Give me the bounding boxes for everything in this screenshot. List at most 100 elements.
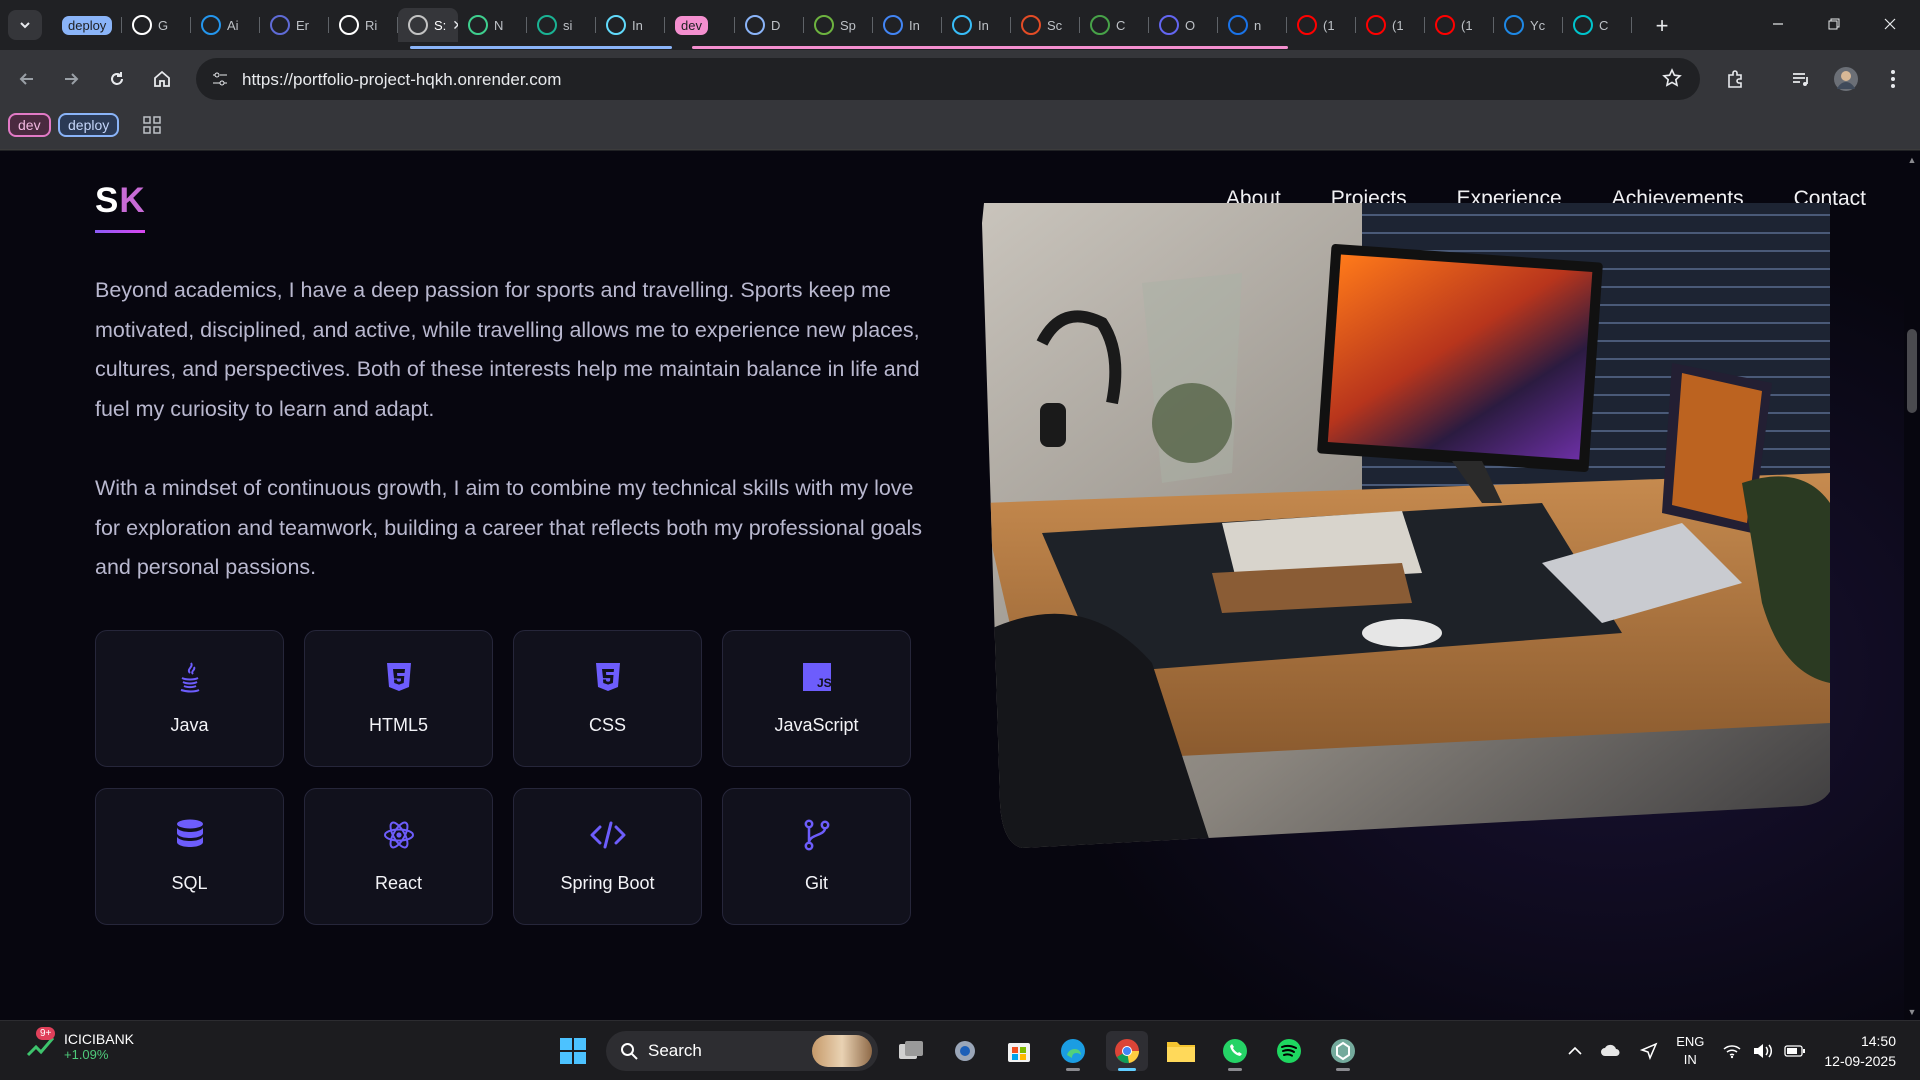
skill-card-css: CSS [513,630,702,767]
chatgpt-app[interactable] [1322,1031,1364,1071]
js-icon: JS [799,659,835,695]
tab-title: (1 [1461,17,1473,33]
clock-date: 12-09-2025 [1824,1053,1896,1069]
arrow-right-icon [65,73,79,85]
bookmarks-bar: dev deploy [0,108,1920,150]
tab-search-button[interactable] [8,10,42,40]
m-icon [883,15,903,35]
page-scrollbar[interactable]: ▲ ▼ [1904,151,1920,1020]
wifi-icon [1723,1045,1741,1059]
spotify-app[interactable] [1268,1031,1310,1071]
database-icon [172,817,208,853]
network-volume-battery[interactable] [1713,1043,1815,1059]
tab-title: Yc [1530,17,1546,33]
clock[interactable]: 14:50 12-09-2025 [1815,1031,1920,1071]
tab-title: si [563,17,573,33]
reload-button[interactable] [102,64,132,94]
apps-button[interactable] [140,113,164,137]
browser-tab[interactable]: (1 [1425,8,1494,42]
home-icon [154,70,170,87]
avatar [1834,67,1858,91]
bookmark-group-deploy[interactable]: deploy [58,113,120,137]
scroll-up-arrow-icon[interactable]: ▲ [1907,155,1917,165]
location-button[interactable] [1631,1042,1667,1060]
browser-tab[interactable]: Yc [1494,8,1563,42]
profile-button[interactable] [1831,64,1861,94]
settings-app[interactable] [944,1031,986,1071]
leaf-icon [1090,15,1110,35]
taskbar-search[interactable]: Search [606,1031,878,1071]
restore-button[interactable] [1812,8,1856,40]
about-paragraph-1: Beyond academics, I have a deep passion … [95,278,920,421]
star-icon [1662,68,1682,87]
media-button[interactable] [1786,64,1816,94]
tab-title: (1 [1323,17,1335,33]
back-button[interactable] [12,64,42,94]
bookmark-group-dev[interactable]: dev [8,113,51,137]
home-button[interactable] [147,64,177,94]
browser-tab[interactable]: Er [260,8,329,42]
youtube-icon [1297,15,1317,35]
start-button[interactable] [552,1031,594,1071]
tab-title: C [1599,17,1609,33]
minimize-button[interactable] [1756,8,1800,40]
scroll-thumb[interactable] [1907,329,1917,413]
browser-tab[interactable]: si [527,8,596,42]
tab-title: Sc [1047,17,1063,33]
browser-tab[interactable]: Sc [1011,8,1080,42]
browser-tab[interactable]: n [1218,8,1287,42]
browser-tab[interactable]: C [1563,8,1632,42]
tab-group-deploy[interactable]: deploy [52,8,122,42]
tab-group-label: dev [675,15,708,35]
browser-tab[interactable]: N [458,8,527,42]
c-icon [1159,15,1179,35]
browser-tab[interactable]: In [942,8,1011,42]
browser-tab[interactable]: Ri [329,8,398,42]
tab-title: O [1185,17,1196,33]
chrome-app[interactable] [1106,1031,1148,1071]
browser-toolbar: https://portfolio-project-hqkh.onrender.… [0,50,1920,108]
bookmark-star-button[interactable] [1662,68,1682,93]
scroll-down-arrow-icon[interactable]: ▼ [1907,1007,1917,1017]
file-explorer-app[interactable] [1160,1031,1202,1071]
store-app[interactable] [998,1031,1040,1071]
browser-tab[interactable]: S:✕ [398,8,458,42]
onedrive-button[interactable] [1591,1042,1631,1060]
whatsapp-app[interactable] [1214,1031,1256,1071]
spotify-icon [1277,1039,1301,1063]
stock-widget[interactable]: 9+ ICICIBANK +1.09% [26,1027,134,1062]
gear-icon [955,1041,975,1061]
browser-tab[interactable]: (1 [1287,8,1356,42]
browser-tab[interactable]: O [1149,8,1218,42]
forward-button[interactable] [56,64,86,94]
s-square-icon [1504,15,1524,35]
tab-group-dev[interactable]: dev [665,8,735,42]
playlist-icon [1793,73,1808,86]
docker-icon [201,15,221,35]
site-info-button[interactable] [206,65,234,93]
address-bar[interactable]: https://portfolio-project-hqkh.onrender.… [196,58,1700,100]
browser-tab[interactable]: C [1080,8,1149,42]
edge-app[interactable] [1052,1031,1094,1071]
browser-tab[interactable]: Sp [804,8,873,42]
task-view-button[interactable] [890,1031,932,1071]
browser-tab[interactable]: In [596,8,665,42]
browser-tab[interactable]: In [873,8,942,42]
cloud-sync-icon [1601,1044,1620,1056]
html5-icon [381,659,417,695]
close-icon [1884,18,1896,30]
browser-tab[interactable]: (1 [1356,8,1425,42]
browser-tab[interactable]: Ai [191,8,260,42]
browser-menu-button[interactable] [1878,64,1908,94]
browser-tab[interactable]: G [122,8,191,42]
site-logo[interactable]: SK [95,181,146,221]
browser-tab[interactable]: D [735,8,804,42]
close-window-button[interactable] [1868,8,1912,40]
tray-overflow-button[interactable] [1559,1046,1591,1056]
skill-card-javascript: JS JavaScript [722,630,911,767]
tab-title: S: [434,17,447,33]
language-indicator[interactable]: ENG IN [1667,1033,1713,1069]
tune-icon [213,72,227,86]
extensions-button[interactable] [1720,64,1750,94]
new-tab-button[interactable]: + [1648,12,1676,40]
